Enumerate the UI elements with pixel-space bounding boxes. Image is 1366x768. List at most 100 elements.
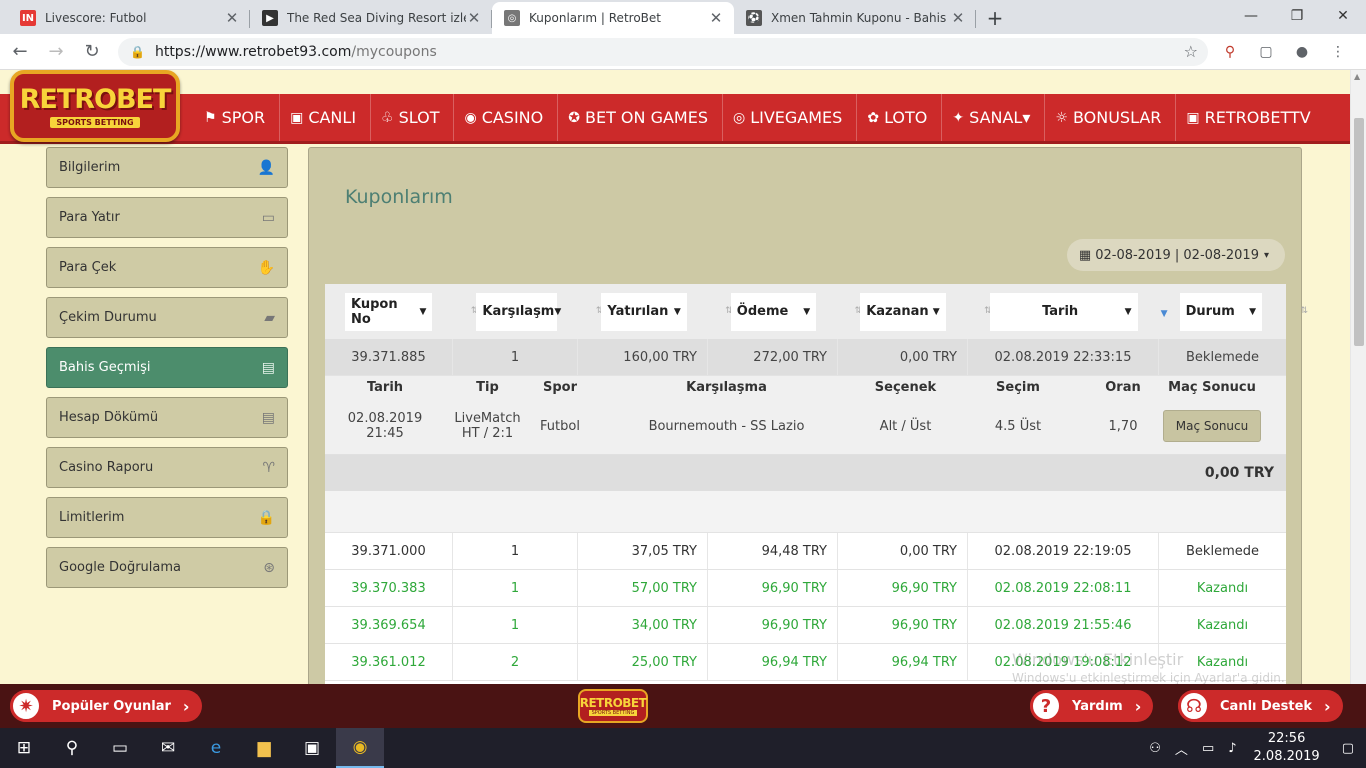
browser-tab[interactable]: ◎ Kuponlarım | RetroBet ✕ xyxy=(492,2,734,34)
forward-icon[interactable]: → xyxy=(40,36,72,68)
edge-icon[interactable]: e xyxy=(192,728,240,768)
scrollbar-thumb[interactable] xyxy=(1354,118,1364,346)
table-cell: Kazandı xyxy=(1196,580,1249,596)
menu-dots-icon[interactable]: ⋮ xyxy=(1324,38,1352,66)
column-filter-select[interactable]: Kupon No ▼ xyxy=(345,292,433,331)
tab-close-icon[interactable]: ✕ xyxy=(224,9,240,27)
window-controls: — ❐ ✕ xyxy=(1228,0,1366,32)
sidebar-item[interactable]: Bahis Geçmişi ▤ xyxy=(46,347,288,388)
file-explorer-icon[interactable]: ▆ xyxy=(240,728,288,768)
table-row[interactable]: 39.369.654 1 34,00 TRY 96,90 TRY 96,90 TRY 02… xyxy=(325,607,1286,644)
new-tab-button[interactable]: + xyxy=(980,2,1010,34)
bookmark-star-icon[interactable]: ☆ xyxy=(1184,42,1198,61)
reload-icon[interactable]: ↻ xyxy=(76,36,108,68)
windows-start-icon[interactable]: ⊞ xyxy=(0,728,48,768)
column-filter-select[interactable]: Tarih ▼ xyxy=(989,292,1138,331)
tab-close-icon[interactable]: ✕ xyxy=(950,9,966,27)
extension-icon[interactable]: ⚲ xyxy=(1216,38,1244,66)
minimize-icon[interactable]: — xyxy=(1228,0,1274,32)
sidebar-item[interactable]: Para Çek ✋ xyxy=(46,247,288,288)
nav-item-0[interactable]: ⚑ SPOR xyxy=(194,94,281,141)
sidebar-item[interactable]: Para Yatır ▭ xyxy=(46,197,288,238)
sort-icon[interactable]: ⇅ xyxy=(1300,306,1308,316)
notifications-icon[interactable]: ▢ xyxy=(1330,741,1366,756)
people-icon[interactable]: ⚇ xyxy=(1142,741,1168,756)
table-cell: 37,05 TRY xyxy=(578,533,708,569)
nav-item-3[interactable]: ◉ CASINO xyxy=(454,94,559,141)
column-filter-select[interactable]: Yatırılan ▼ xyxy=(601,292,687,331)
detail-column-header: Maç Sonucu xyxy=(1168,379,1256,395)
chrome-icon[interactable]: ◉ xyxy=(336,728,384,768)
nav-item-6[interactable]: ✿ LOTO xyxy=(857,94,943,141)
table-cell: 96,90 TRY xyxy=(708,570,838,606)
sidebar-item[interactable]: Limitlerim 🔒 xyxy=(46,497,288,538)
extension-puzzle-icon[interactable]: ▢ xyxy=(1252,38,1280,66)
table-row-expanded[interactable]: 39.371.885 1 160,00 TRY 272,00 TRY 0,00 TRY 0… xyxy=(325,339,1286,376)
url-host: https://www.retrobet93.com xyxy=(154,43,352,60)
retrobet-logo[interactable]: RETROBET SPORTS BETTING xyxy=(10,70,180,142)
sidebar-item[interactable]: Çekim Durumu ▰ xyxy=(46,297,288,338)
tab-close-icon[interactable]: ✕ xyxy=(708,9,724,27)
sidebar-item[interactable]: Hesap Dökümü ▤ xyxy=(46,397,288,438)
search-icon[interactable]: ⚲ xyxy=(48,728,96,768)
chevron-right-icon: › xyxy=(182,696,190,716)
battery-icon[interactable]: ▭ xyxy=(1195,741,1221,756)
column-filter-select[interactable]: Kazanan ▼ xyxy=(860,292,946,331)
tray-chevron-up-icon[interactable]: ︿ xyxy=(1168,739,1195,758)
store-icon[interactable]: ▣ xyxy=(288,728,336,768)
match-result-button[interactable]: Maç Sonucu xyxy=(1162,410,1262,442)
nav-item-8[interactable]: ☼ BONUSLAR xyxy=(1045,94,1177,141)
sidebar-item-label: Google Doğrulama xyxy=(59,560,181,575)
nav-item-1[interactable]: ▣ CANLI xyxy=(280,94,372,141)
task-view-icon[interactable]: ▭ xyxy=(96,728,144,768)
table-cell: 02.08.2019 21:55:46 xyxy=(968,607,1159,643)
help-button[interactable]: ? Yardım › xyxy=(1030,690,1154,722)
footer-logo[interactable]: RETROBET SPORTS BETTING xyxy=(578,689,648,723)
scroll-up-icon[interactable]: ▲ xyxy=(1354,72,1360,81)
live-support-button[interactable]: ☊ Canlı Destek › xyxy=(1178,690,1343,722)
sidebar-item[interactable]: Google Doğrulama ⊛ xyxy=(46,547,288,588)
nav-item-9[interactable]: ▣ RETROBETTV xyxy=(1176,94,1324,141)
column-filter-select[interactable]: Durum ▼ xyxy=(1179,292,1262,331)
table-cell: 96,94 TRY xyxy=(838,644,968,680)
volume-icon[interactable]: ♪ xyxy=(1221,741,1243,756)
maximize-icon[interactable]: ❐ xyxy=(1274,0,1320,32)
nav-item-7[interactable]: ✦ SANAL▾ xyxy=(942,94,1046,141)
nav-label: BET ON GAMES xyxy=(584,108,708,127)
nav-item-2[interactable]: ♧ SLOT xyxy=(371,94,455,141)
tab-close-icon[interactable]: ✕ xyxy=(466,9,482,27)
column-header: Durum ▼ ⇅ xyxy=(1160,292,1308,331)
column-header-label: Tarih xyxy=(1042,304,1079,319)
detail-column-header: Tarih xyxy=(366,379,404,395)
detail-column-header: Tip xyxy=(476,379,499,395)
sidebar-item-icon: ▤ xyxy=(261,359,275,376)
mail-icon[interactable]: ✉ xyxy=(144,728,192,768)
browser-tab[interactable]: ▶ The Red Sea Diving Resort izle - Fi✕ xyxy=(250,2,492,34)
table-cell: 39.370.383 xyxy=(325,570,453,606)
popular-games-button[interactable]: ✷ Popüler Oyunlar › xyxy=(10,690,202,722)
column-header-label: Ödeme xyxy=(736,304,789,319)
table-cell: 39.371.885 xyxy=(325,339,453,375)
nav-item-4[interactable]: ✪ BET ON GAMES xyxy=(558,94,723,141)
column-filter-select[interactable]: Karşılaşm ▼ xyxy=(476,292,561,331)
detail-column-header: Karşılaşma xyxy=(686,379,767,395)
clock[interactable]: 22:56 2.08.2019 xyxy=(1244,730,1330,766)
nav-item-5[interactable]: ◎ LIVEGAMES xyxy=(723,94,858,141)
browser-tab[interactable]: ⚽ Xmen Tahmin Kuponu - Bahis Lo ✕ xyxy=(734,2,976,34)
close-window-icon[interactable]: ✕ xyxy=(1320,0,1366,32)
address-bar[interactable]: 🔒 https://www.retrobet93.com/mycoupons ☆ xyxy=(118,37,1208,66)
page-scrollbar[interactable]: ▲ ▼ xyxy=(1350,70,1366,730)
table-row[interactable]: 39.370.383 1 57,00 TRY 96,90 TRY 96,90 TRY 02… xyxy=(325,570,1286,607)
sidebar-item[interactable]: Casino Raporu ♈ xyxy=(46,447,288,488)
back-icon[interactable]: ← xyxy=(4,36,36,68)
table-row[interactable]: 39.371.000 1 37,05 TRY 94,48 TRY 0,00 TRY 02.… xyxy=(325,533,1286,570)
column-filter-select[interactable]: Ödeme ▼ xyxy=(730,292,817,331)
date-range-picker[interactable]: ▦ 02-08-2019 | 02-08-2019 ▾ xyxy=(1066,239,1285,271)
sidebar-item[interactable]: Bilgilerim 👤 xyxy=(46,147,288,188)
coupons-table: Kupon No ▼ ⇅ Karşılaşm ▼ ⇅ Yatırılan ▼ ⇅ Ödeme ▼ ⇅ K… xyxy=(325,284,1308,684)
column-header-label: Durum xyxy=(1185,304,1235,319)
tab-title: The Red Sea Diving Resort izle - Fi xyxy=(287,11,466,25)
clock-date: 2.08.2019 xyxy=(1253,749,1320,764)
browser-tab[interactable]: IN Livescore: Futbol ✕ xyxy=(8,2,250,34)
profile-avatar-icon[interactable]: ● xyxy=(1288,38,1316,66)
